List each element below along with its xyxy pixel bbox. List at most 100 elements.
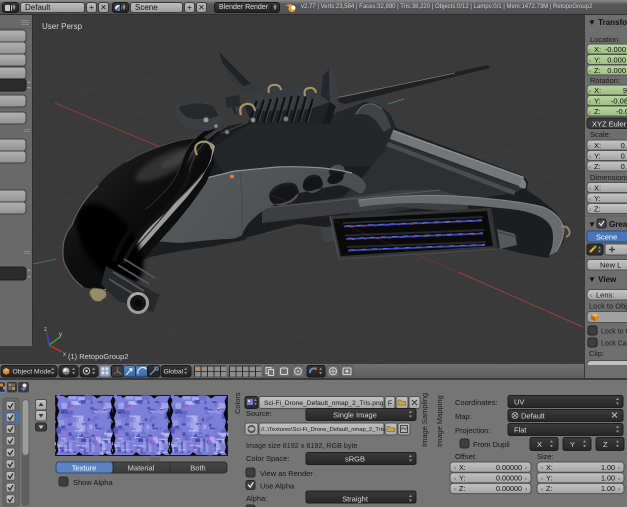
svg-text:Location:: Location:	[590, 35, 620, 44]
svg-text:›: ›	[525, 476, 527, 482]
svg-text:sRGB: sRGB	[345, 455, 365, 464]
svg-text:Grease: Grease	[609, 220, 627, 229]
svg-text:Y:: Y:	[594, 152, 601, 161]
svg-text://..\Textures\Sci-Fi_Drone_Def: //..\Textures\Sci-Fi_Drone_Default_nmap_…	[261, 427, 396, 433]
svg-text:Z: Z	[603, 440, 608, 449]
svg-text:‹: ‹	[589, 208, 591, 214]
svg-text:Y:: Y:	[594, 194, 601, 203]
svg-text:▼: ▼	[588, 220, 596, 229]
svg-text:X:: X:	[594, 184, 601, 193]
svg-text:Scene: Scene	[596, 233, 617, 242]
svg-text:0.0: 0.0	[621, 162, 627, 171]
svg-text:Use Alpha: Use Alpha	[260, 482, 295, 491]
svg-text:‹: ‹	[541, 466, 543, 472]
svg-text:‹: ‹	[589, 110, 591, 116]
svg-text:Dimensions:: Dimensions:	[590, 173, 627, 182]
svg-text:0.00000: 0.00000	[496, 463, 522, 472]
svg-text:New L: New L	[600, 261, 621, 270]
svg-text:‹: ‹	[541, 476, 543, 482]
svg-text:1.00: 1.00	[601, 474, 615, 483]
svg-text:0.000: 0.000	[607, 66, 626, 75]
svg-text:‹: ‹	[590, 294, 592, 300]
svg-text:Single Image: Single Image	[333, 411, 377, 420]
svg-text:Z:: Z:	[594, 205, 601, 214]
svg-text:Z:: Z:	[594, 162, 601, 171]
svg-text:Lock to Cu: Lock to Cu	[601, 329, 627, 336]
svg-text:Lens:: Lens:	[596, 291, 614, 300]
svg-text:y: y	[59, 332, 62, 338]
svg-text:Y: Y	[570, 440, 575, 449]
svg-text:‹: ‹	[589, 187, 591, 193]
svg-text:Rotation:: Rotation:	[590, 76, 620, 85]
svg-text:Scale:: Scale:	[590, 130, 611, 139]
svg-text:9: 9	[623, 86, 627, 95]
svg-text:Lock Came: Lock Came	[601, 341, 627, 348]
svg-text:Global: Global	[164, 369, 184, 376]
svg-text:F: F	[388, 401, 392, 408]
svg-text:XYZ Euler: XYZ Euler	[592, 120, 627, 129]
svg-text:Z:: Z:	[546, 484, 552, 493]
svg-text:Source:: Source:	[246, 409, 272, 418]
svg-text:›: ›	[618, 487, 620, 493]
svg-text:Image Sampling: Image Sampling	[420, 393, 429, 447]
svg-text:Both: Both	[190, 464, 205, 473]
svg-text:X:: X:	[546, 463, 553, 472]
svg-text:-0.08: -0.08	[611, 97, 627, 106]
svg-text:Size:: Size:	[537, 452, 554, 461]
svg-text:0.0: 0.0	[621, 141, 627, 150]
svg-text:Object Mode: Object Mode	[13, 369, 52, 376]
svg-text:‹: ‹	[541, 487, 543, 493]
svg-text:Default: Default	[521, 412, 546, 421]
svg-text:‹: ‹	[454, 476, 456, 482]
svg-text:x: x	[63, 352, 66, 358]
svg-text:Y:: Y:	[459, 474, 465, 483]
svg-text:Y:: Y:	[546, 474, 552, 483]
svg-text:‹: ‹	[589, 69, 591, 75]
svg-text:View as Render: View as Render	[260, 469, 313, 478]
svg-text:Y:: Y:	[594, 97, 601, 106]
svg-text:X:: X:	[459, 463, 466, 472]
svg-text:Texture: Texture	[72, 464, 97, 473]
svg-text:‹: ‹	[589, 59, 591, 65]
svg-text:Material: Material	[128, 464, 155, 473]
svg-text:Z:: Z:	[594, 66, 601, 75]
svg-text:Projection:: Projection:	[455, 426, 490, 435]
svg-text:UV: UV	[514, 398, 524, 407]
svg-text:X: X	[537, 440, 542, 449]
svg-text:1.00: 1.00	[601, 484, 615, 493]
svg-text:Z:: Z:	[459, 484, 465, 493]
svg-text:-0.000: -0.000	[605, 45, 626, 54]
svg-text:Coordinates:: Coordinates:	[455, 398, 498, 407]
svg-text:0.00000: 0.00000	[496, 474, 522, 483]
svg-text:Z:: Z:	[594, 107, 601, 116]
svg-text:›: ›	[525, 466, 527, 472]
svg-text:‹: ‹	[589, 48, 591, 54]
svg-text:Y:: Y:	[594, 56, 601, 65]
svg-text:(1) RetopoGroup2: (1) RetopoGroup2	[68, 352, 128, 361]
svg-text:Image Mapping: Image Mapping	[435, 395, 444, 447]
svg-text:›: ›	[618, 466, 620, 472]
svg-text:0.000: 0.000	[607, 56, 626, 65]
svg-text:›: ›	[618, 476, 620, 482]
svg-text:‹: ‹	[589, 89, 591, 95]
svg-text:X:: X:	[594, 45, 601, 54]
svg-text:‹: ‹	[589, 165, 591, 171]
svg-text:▼ Transform: ▼ Transform	[588, 18, 627, 27]
svg-text:Show Alpha: Show Alpha	[73, 478, 113, 487]
svg-text:1.00: 1.00	[601, 463, 615, 472]
svg-text:Alpha:: Alpha:	[246, 494, 267, 503]
svg-text:Offset:: Offset:	[455, 452, 477, 461]
svg-text:‹: ‹	[589, 100, 591, 106]
svg-text:-0.0: -0.0	[616, 107, 627, 116]
svg-text:User Persp: User Persp	[42, 22, 83, 31]
svg-text:From Dupli: From Dupli	[473, 440, 510, 449]
svg-text:▼ View: ▼ View	[588, 275, 617, 284]
svg-text:Clip:: Clip:	[589, 349, 604, 358]
svg-text:0.00000: 0.00000	[496, 484, 522, 493]
svg-text:X:: X:	[594, 86, 601, 95]
svg-text:Map:: Map:	[455, 412, 472, 421]
svg-text:Sci-Fi_Drone_Default_nmap_2_Tr: Sci-Fi_Drone_Default_nmap_2_Tris.png	[264, 400, 384, 407]
svg-text:Lock to Object:: Lock to Object:	[589, 302, 627, 311]
svg-text:‹: ‹	[589, 155, 591, 161]
svg-text:Image size 8192 x 8192, RGB by: Image size 8192 x 8192, RGB byte	[246, 441, 357, 450]
